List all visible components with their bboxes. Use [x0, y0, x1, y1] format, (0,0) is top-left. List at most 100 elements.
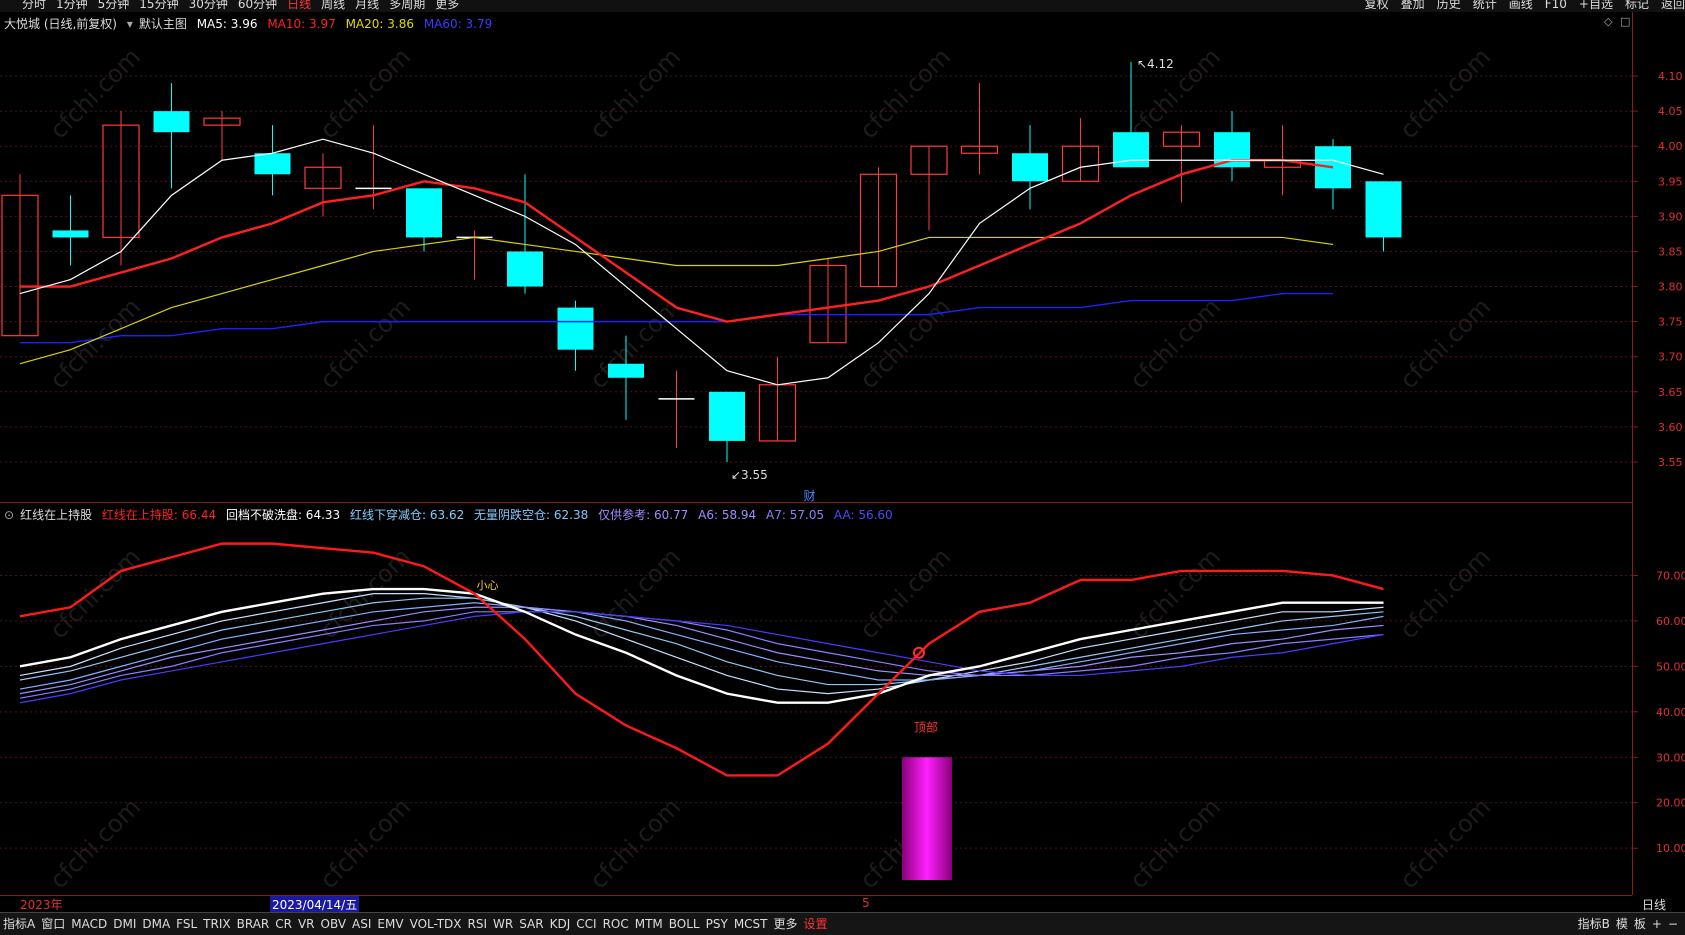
watermark-text: cfchi.com	[1394, 793, 1496, 895]
indicator-tab-21[interactable]: BOLL	[666, 913, 703, 935]
period-tab-3[interactable]: 15分钟	[139, 0, 178, 10]
candle-body-up	[1162, 131, 1201, 147]
watermark-text: cfchi.com	[1394, 543, 1496, 645]
year-label: 2023年	[20, 898, 63, 912]
indicator-line-4	[19, 611, 1384, 699]
indicator-tab-25[interactable]: 设置	[801, 913, 831, 935]
indicator-tabs-bar: 指标A 窗口 MACD DMI DMA FSL TRIX BRAR CR VR OBV ASI EMV V…	[0, 912, 1685, 935]
indicator-tab-4[interactable]: DMA	[139, 913, 173, 935]
bottom-right-controls: 指标B 模板 + −	[1575, 913, 1681, 935]
indicator-tab-12[interactable]: EMV	[374, 913, 406, 935]
indicator-tab-15[interactable]: WR	[490, 913, 516, 935]
period-tabs: 分时 1分钟 5分钟 15分钟 30分钟 60分钟 日线 周线 月线 多周期 更多	[22, 0, 469, 10]
period-tab-10[interactable]: 更多	[435, 0, 459, 10]
template-icon[interactable]: ▾	[127, 17, 133, 31]
ma5-line	[19, 138, 1384, 386]
period-tab-9[interactable]: 多周期	[389, 0, 425, 10]
period-tab-1[interactable]: 1分钟	[56, 0, 88, 10]
indicator-settings-icon[interactable]: ⊙	[4, 508, 14, 522]
indicator-v1: 红线在上持股: 66.44	[101, 508, 217, 522]
indicator-tab-9[interactable]: VR	[295, 913, 318, 935]
toolbar-button-4[interactable]: 画线	[1509, 0, 1533, 10]
candle-body-up	[758, 384, 797, 442]
indicator-tabs: 指标A 窗口 MACD DMI DMA FSL TRIX BRAR CR VR OBV ASI EMV V…	[0, 917, 831, 931]
watermark-text: cfchi.com	[854, 43, 956, 145]
indicator-tab-6[interactable]: TRIX	[200, 913, 233, 935]
candle-body-up	[859, 173, 898, 288]
toolbar-button-3[interactable]: 统计	[1473, 0, 1497, 10]
candle-body-down	[1113, 132, 1149, 168]
period-tab-0[interactable]: 分时	[22, 0, 46, 10]
watermark-text: cfchi.com	[44, 43, 146, 145]
template-label[interactable]: 默认主图	[139, 17, 187, 31]
watermark-text: cfchi.com	[44, 793, 146, 895]
candle-body-down	[1012, 153, 1048, 182]
watermark-text: cfchi.com	[584, 43, 686, 145]
indicator-tab-20[interactable]: MTM	[632, 913, 666, 935]
maximize-icon[interactable]: □	[1620, 15, 1630, 28]
indicator-tab-8[interactable]: CR	[272, 913, 295, 935]
period-tab-4[interactable]: 30分钟	[189, 0, 228, 10]
watermark-text: cfchi.com	[584, 543, 686, 645]
indicator-tab-18[interactable]: CCI	[573, 913, 599, 935]
indicator-tab-7[interactable]: BRAR	[234, 913, 273, 935]
watermark-text: cfchi.com	[314, 793, 416, 895]
diamond-icon[interactable]: ◇	[1604, 15, 1612, 28]
period-tab-8[interactable]: 月线	[355, 0, 379, 10]
indicator-tab-11[interactable]: ASI	[349, 913, 374, 935]
chart-canvas: cfchi.com cfchi.com cfchi.com cfchi.com cfch…	[0, 43, 1685, 895]
toolbar-button-7[interactable]: 标记	[1625, 0, 1649, 10]
bottom-right-button-0[interactable]: 指标B	[1575, 913, 1613, 935]
toolbar-button-8[interactable]: 返回	[1661, 0, 1685, 10]
indicator-tab-22[interactable]: PSY	[703, 913, 731, 935]
indicator-tab-3[interactable]: DMI	[110, 913, 139, 935]
bottom-right-button-4[interactable]: −	[1665, 913, 1681, 935]
indicator-tab-13[interactable]: VOL-TDX	[407, 913, 465, 935]
bottom-right-button-2[interactable]: 板	[1631, 913, 1649, 935]
indicator-tab-16[interactable]: SAR	[516, 913, 546, 935]
indicator-tab-1[interactable]: 窗口	[38, 913, 68, 935]
indicator-tab-2[interactable]: MACD	[68, 913, 110, 935]
toolbar-button-1[interactable]: 叠加	[1401, 0, 1425, 10]
indicator-tab-0[interactable]: 指标A	[0, 913, 38, 935]
bottom-right-button-3[interactable]: +	[1649, 913, 1665, 935]
watermark-text: cfchi.com	[854, 293, 956, 395]
indicator-v2: 回档不破洗盘: 64.33	[225, 508, 341, 522]
indicator-tab-24[interactable]: 更多	[771, 913, 801, 935]
bottom-right-button-1[interactable]: 模	[1613, 913, 1631, 935]
indicator-v5: 仅供参考: 60.77	[598, 508, 689, 522]
indicator-tab-19[interactable]: ROC	[600, 913, 632, 935]
indicator-v4: 无量阴跌空仓: 62.38	[474, 508, 589, 522]
period-label[interactable]: 日线	[1642, 896, 1666, 913]
ma20-label: MA20: 3.86	[345, 17, 414, 31]
ma60-label: MA60: 3.79	[423, 17, 493, 31]
candle-body-up	[1263, 159, 1302, 168]
toolbar-button-6[interactable]: +自选	[1579, 0, 1613, 10]
indicator-name[interactable]: 红线在上持股	[20, 508, 92, 522]
indicator-tab-10[interactable]: OBV	[318, 913, 350, 935]
indicator-v3: 红线下穿减仓: 63.62	[350, 508, 465, 522]
indicator-tab-17[interactable]: KDJ	[547, 913, 574, 935]
watermark-text: cfchi.com	[44, 543, 146, 645]
toolbar-button-5[interactable]: F10	[1545, 0, 1567, 10]
indicator-red-line	[19, 542, 1384, 777]
watermark-text: cfchi.com	[314, 293, 416, 395]
toolbar-button-0[interactable]: 复权	[1365, 0, 1389, 10]
period-tab-7[interactable]: 周线	[321, 0, 345, 10]
candle-body-down	[52, 230, 89, 238]
candle-body-down	[406, 188, 442, 238]
period-tab-6[interactable]: 日线	[287, 0, 311, 10]
toolbar-button-2[interactable]: 历史	[1437, 0, 1461, 10]
indicator-tab-5[interactable]: FSL	[173, 913, 200, 935]
signal-small-label: 小心	[477, 579, 499, 592]
candle-body-down	[1214, 132, 1250, 168]
candle-body-down	[153, 111, 190, 133]
indicator-tab-14[interactable]: RSI	[465, 913, 491, 935]
period-tab-2[interactable]: 5分钟	[98, 0, 130, 10]
indicator-v7: A7: 57.05	[766, 508, 825, 522]
period-tab-5[interactable]: 60分钟	[238, 0, 277, 10]
signal-bar	[902, 757, 952, 880]
candle-body-down	[1365, 181, 1402, 238]
watermark-text: cfchi.com	[1124, 793, 1226, 895]
indicator-tab-23[interactable]: MCST	[731, 913, 771, 935]
